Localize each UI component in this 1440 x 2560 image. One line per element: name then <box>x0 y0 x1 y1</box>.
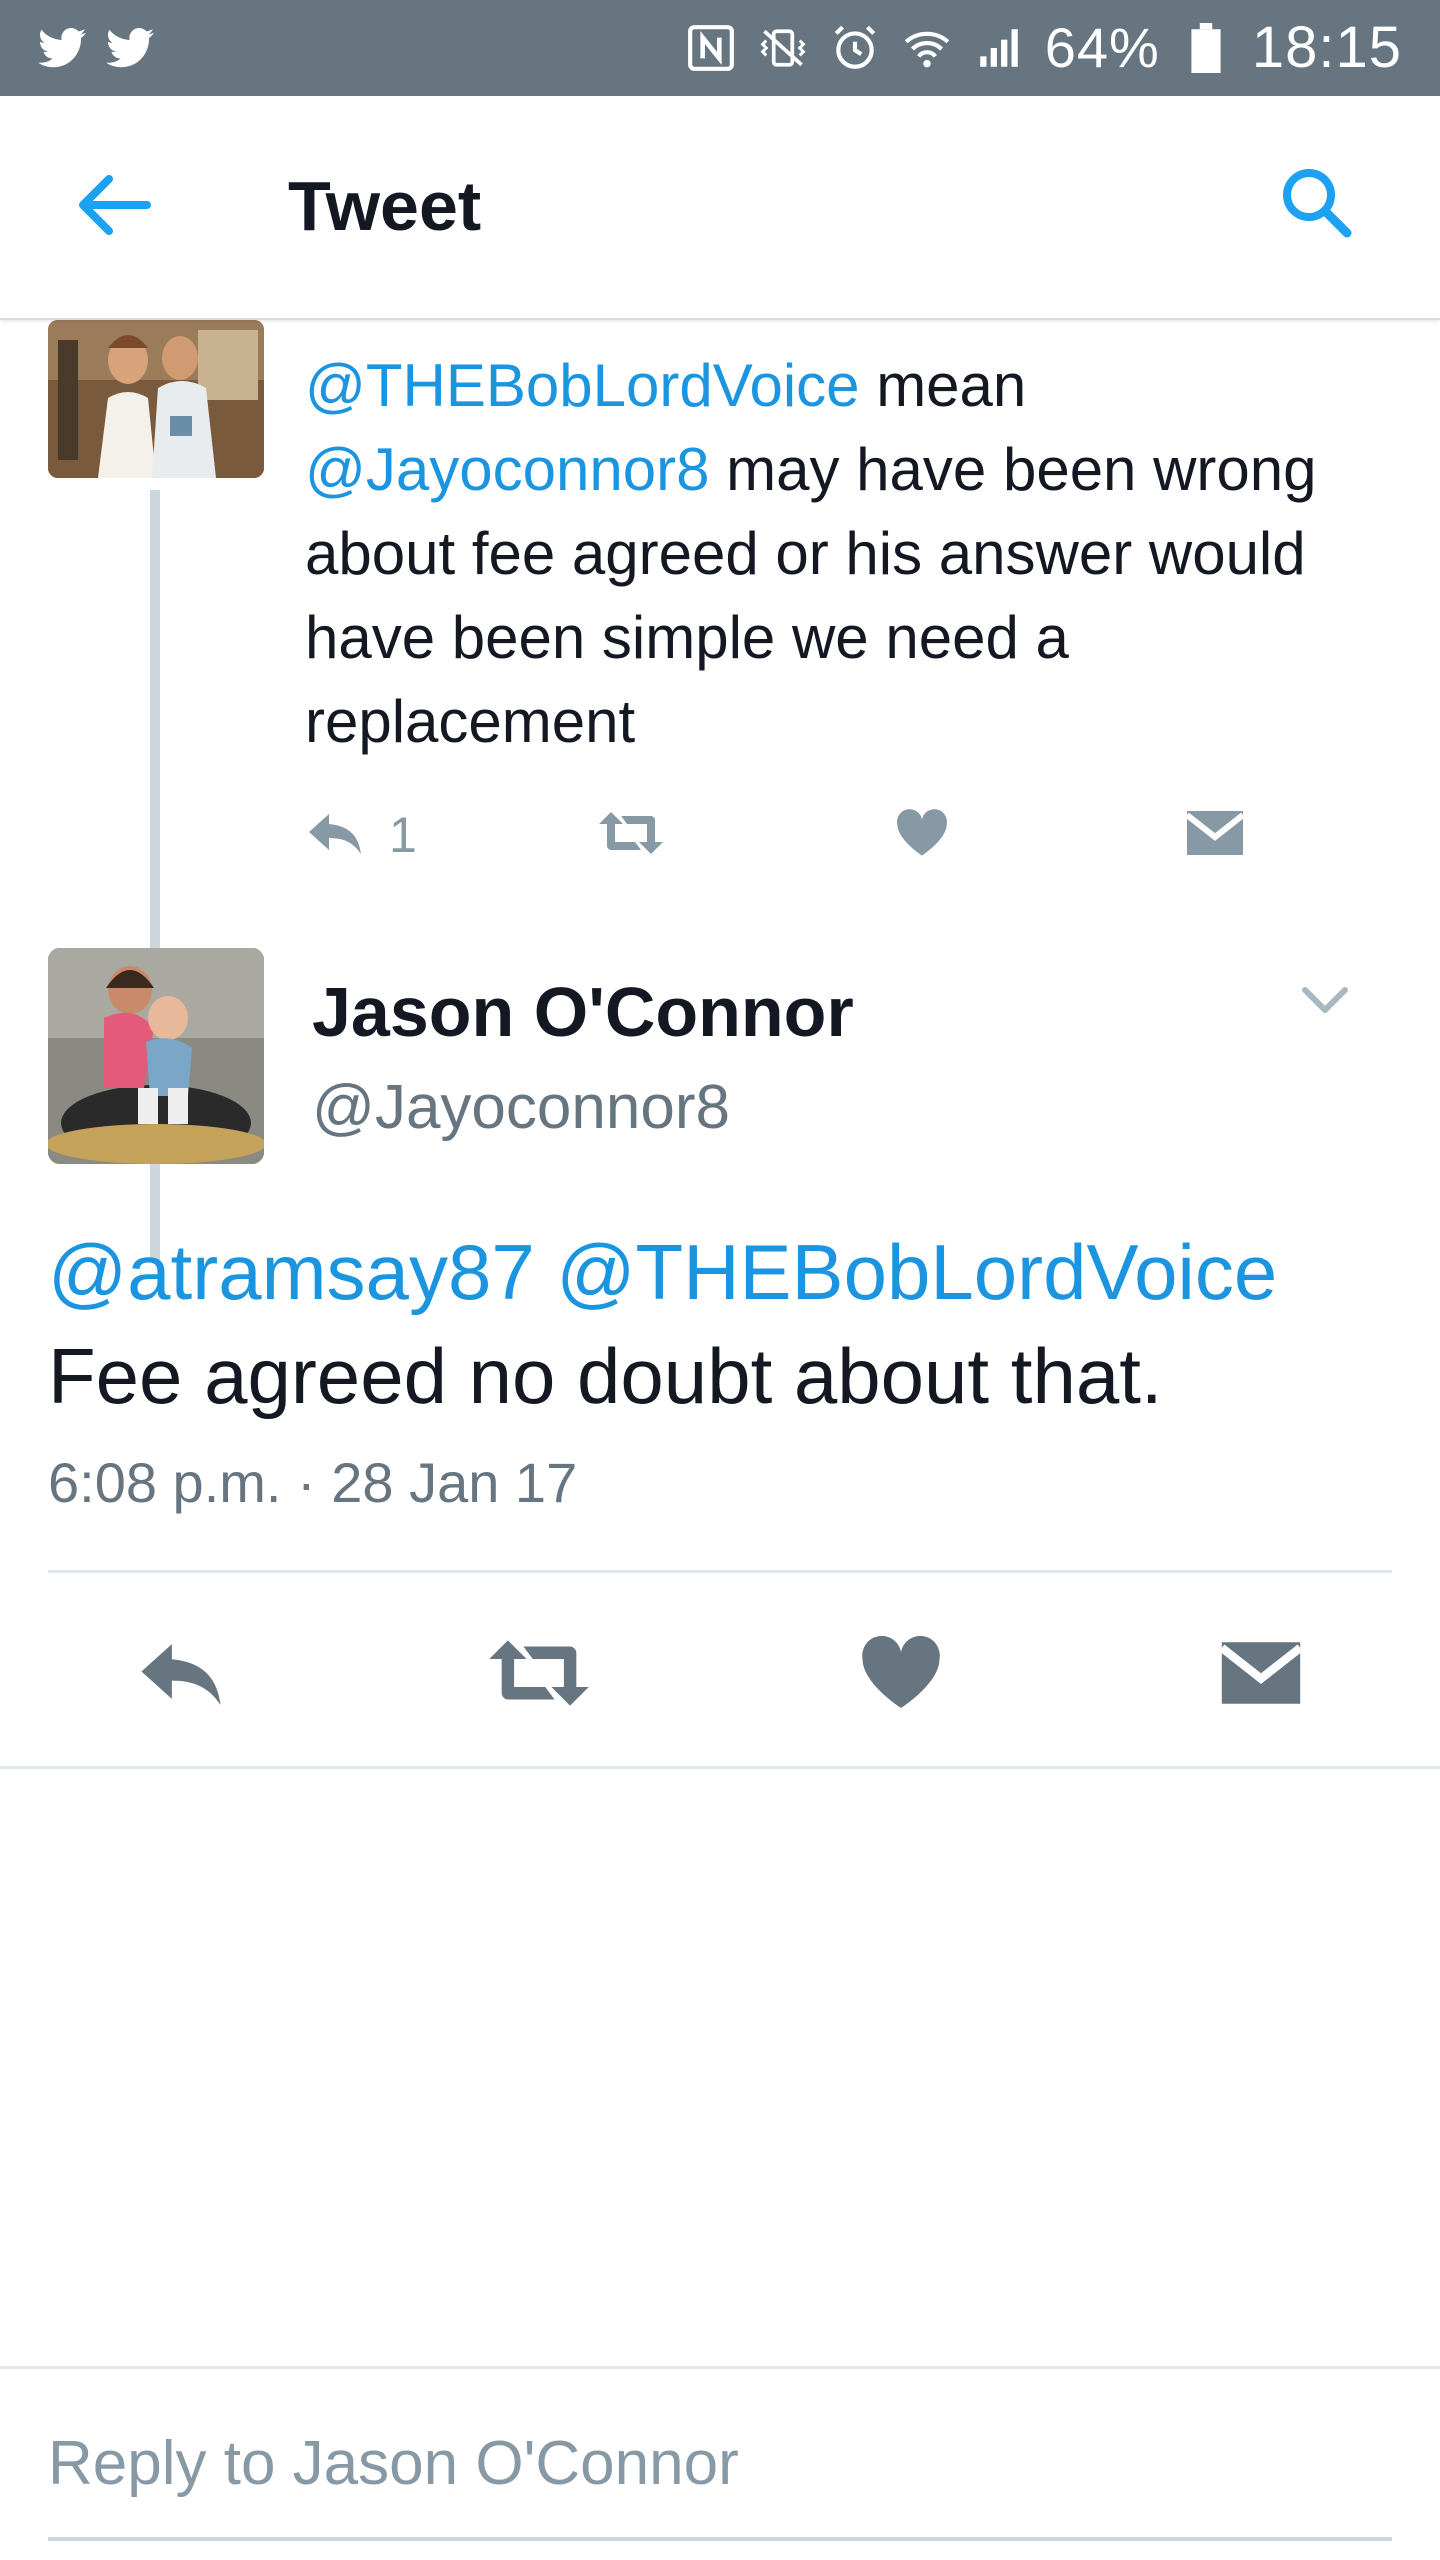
like-button[interactable] <box>895 790 949 880</box>
arrow-left-icon <box>79 174 151 240</box>
chevron-down-icon <box>1301 986 1349 1021</box>
notification-icons <box>36 22 156 74</box>
app-bar: Tweet <box>0 96 1440 320</box>
retweet-icon <box>595 810 667 861</box>
retweet-button[interactable] <box>595 790 667 880</box>
parent-tweet-text: @THEBobLordVoice mean @Jayoconnor8 may h… <box>305 344 1405 764</box>
envelope-icon <box>1219 1637 1303 1714</box>
reply-icon <box>305 810 365 861</box>
status-bar: 64% 18:15 <box>0 0 1440 96</box>
retweet-button[interactable] <box>474 1610 604 1740</box>
reply-button[interactable]: 1 <box>305 790 417 880</box>
mention-link[interactable]: @Jayoconnor8 <box>305 436 709 503</box>
author-handle[interactable]: @Jayoconnor8 <box>312 1072 730 1143</box>
page-title: Tweet <box>288 167 482 245</box>
signal-icon <box>973 22 1025 74</box>
heart-icon <box>859 1634 943 1717</box>
nfc-icon <box>685 22 737 74</box>
direct-message-button[interactable] <box>1196 1610 1326 1740</box>
divider <box>48 1570 1392 1573</box>
direct-message-button[interactable] <box>1185 790 1245 880</box>
reply-button[interactable] <box>116 1610 246 1740</box>
search-button[interactable] <box>1272 160 1362 250</box>
tweet-text-segment: mean <box>859 352 1027 419</box>
heart-icon <box>895 808 949 863</box>
tweet-options-button[interactable] <box>1290 968 1360 1038</box>
reply-input[interactable] <box>48 2413 1392 2513</box>
main-tweet-actions <box>0 1588 1440 1758</box>
battery-percentage: 64% <box>1044 16 1160 79</box>
envelope-icon <box>1185 808 1245 863</box>
tweet-timestamp: 6:08 p.m. · 28 Jan 17 <box>48 1451 578 1514</box>
mention-link[interactable]: @THEBobLordVoice <box>305 352 860 419</box>
mention-link[interactable]: @THEBobLordVoice <box>556 1228 1277 1316</box>
clock: 18:15 <box>1251 15 1402 80</box>
reply-input-underline <box>48 2537 1392 2541</box>
author-name[interactable]: Jason O'Connor <box>312 972 854 1052</box>
wifi-icon <box>901 22 953 74</box>
vibrate-icon <box>757 22 809 74</box>
like-button[interactable] <box>836 1610 966 1740</box>
tweet-body: Fee agreed no doubt about that. <box>48 1332 1163 1420</box>
main-tweet-text: @atramsay87 @THEBobLordVoice Fee agreed … <box>48 1220 1408 1428</box>
reply-icon <box>133 1638 229 1713</box>
parent-tweet-actions: 1 <box>305 790 1305 880</box>
conversation-thread: @THEBobLordVoice mean @Jayoconnor8 may h… <box>0 320 1440 1769</box>
search-icon <box>1281 167 1353 244</box>
twitter-bird-icon <box>36 22 88 74</box>
reply-composer <box>0 2366 1440 2560</box>
mention-link[interactable]: @atramsay87 <box>48 1228 535 1316</box>
alarm-icon <box>829 22 881 74</box>
battery-icon <box>1180 22 1232 74</box>
divider <box>0 1766 1440 1769</box>
reply-count: 1 <box>389 807 417 863</box>
system-status: 64% 18:15 <box>685 14 1402 82</box>
retweet-icon <box>483 1637 595 1714</box>
parent-tweet-avatar[interactable] <box>48 320 264 478</box>
back-button[interactable] <box>70 162 160 252</box>
author-avatar[interactable] <box>48 948 264 1164</box>
twitter-bird-icon <box>104 22 156 74</box>
